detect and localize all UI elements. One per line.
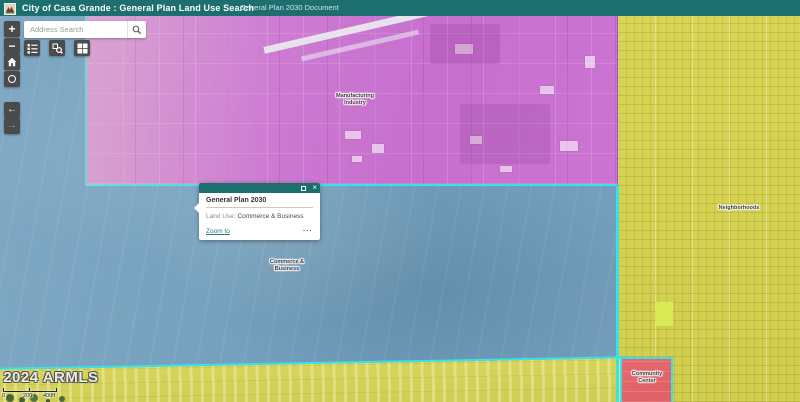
app-window: City of Casa Grande : General Plan Land …: [0, 0, 800, 402]
layer-search-button[interactable]: [49, 40, 65, 56]
map-canvas[interactable]: Manufacturing Industry Commerce & Busine…: [0, 16, 800, 402]
legend-button[interactable]: [24, 40, 40, 56]
home-icon: [7, 57, 17, 67]
layer-search-icon: [52, 43, 63, 54]
home-button[interactable]: [4, 54, 20, 70]
page-title: City of Casa Grande : General Plan Land …: [22, 0, 254, 16]
app-header: City of Casa Grande : General Plan Land …: [0, 0, 800, 16]
address-search-box: [24, 21, 146, 38]
zoom-to-link[interactable]: Zoom to: [206, 228, 230, 235]
park-area: [655, 302, 673, 326]
general-plan-document-link[interactable]: General Plan 2030 Document: [240, 0, 339, 16]
search-button[interactable]: [127, 21, 146, 38]
feature-popup: × General Plan 2030 Land Use: Commerce &…: [199, 183, 320, 240]
zoom-out-button[interactable]: −: [4, 38, 20, 54]
map-region-neighborhoods[interactable]: [618, 16, 800, 402]
locate-button[interactable]: [4, 71, 20, 87]
popup-title: General Plan 2030: [206, 197, 313, 208]
map-region-fields-bottom[interactable]: [0, 356, 628, 402]
vegetation-decoration: [6, 394, 14, 402]
search-input[interactable]: [24, 21, 127, 38]
popup-maximize-icon[interactable]: [301, 186, 306, 191]
previous-extent-button[interactable]: ←: [4, 102, 20, 118]
zone-boundary-line: [616, 186, 619, 402]
locate-icon: [8, 75, 16, 83]
map-region-community-center[interactable]: [620, 357, 673, 402]
popup-callout-arrow: [194, 203, 199, 213]
basemap-grid-icon: [77, 43, 88, 54]
zoom-in-button[interactable]: +: [4, 21, 20, 37]
label-commerce-business: Commerce & Business: [270, 259, 304, 273]
search-icon: [132, 25, 142, 35]
land-use-field: Land Use: Commerce & Business: [206, 213, 313, 220]
map-region-manufacturing-industry[interactable]: [85, 16, 618, 186]
legend-icon: [27, 43, 38, 54]
city-seal-logo: [4, 2, 16, 14]
popup-header[interactable]: ×: [199, 183, 320, 193]
next-extent-button[interactable]: →: [4, 118, 20, 134]
more-options-button[interactable]: ···: [303, 230, 313, 234]
basemap-gallery-button[interactable]: [74, 40, 90, 56]
popup-close-icon[interactable]: ×: [312, 183, 317, 193]
